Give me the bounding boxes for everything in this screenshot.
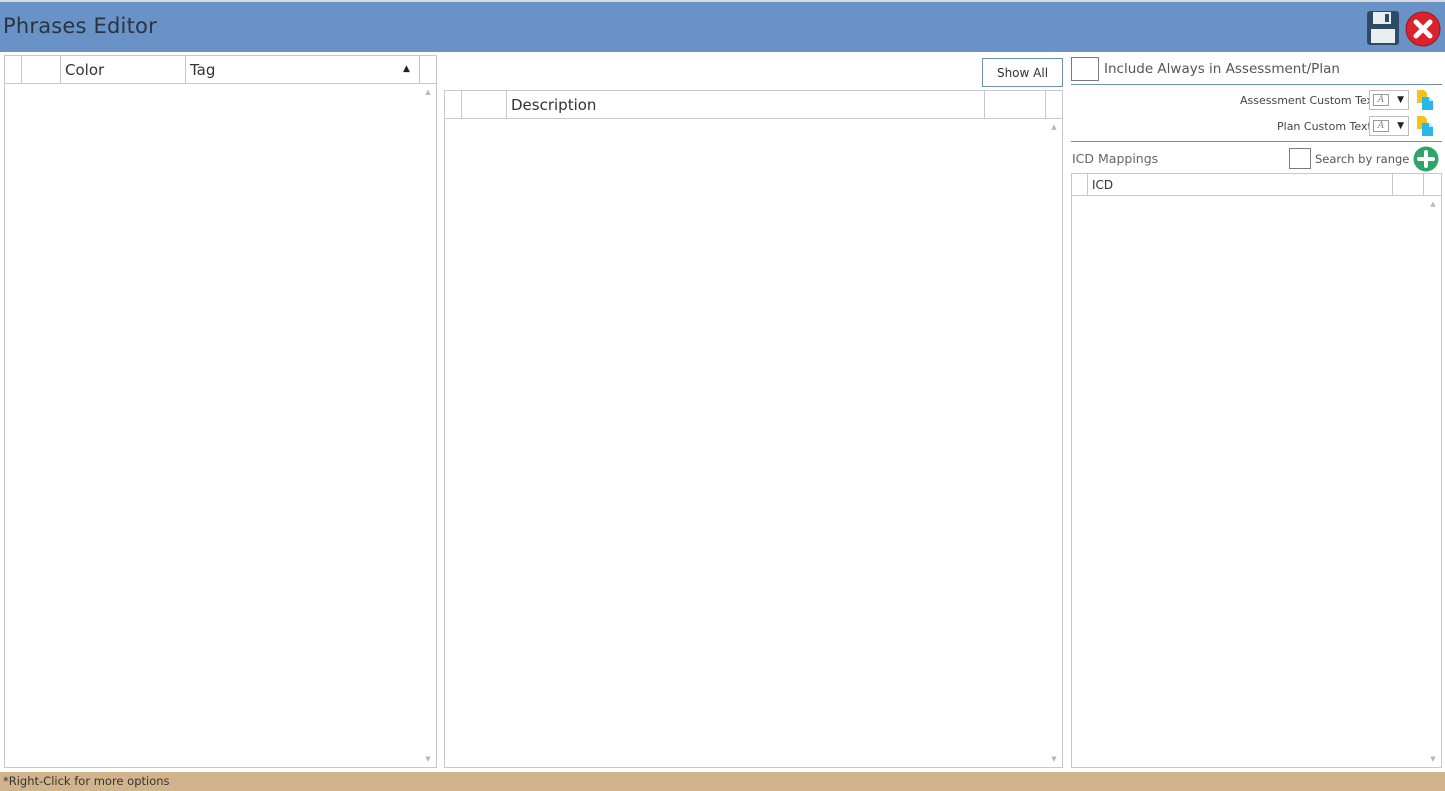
phrases-col-select[interactable] (462, 91, 507, 118)
include-always-checkbox[interactable] (1071, 57, 1099, 81)
phrases-col-extra[interactable] (985, 91, 1046, 118)
phrases-col-indicator[interactable] (445, 91, 462, 118)
phrases-scroll-down[interactable] (1048, 754, 1060, 764)
icd-col-extra[interactable] (1393, 174, 1424, 195)
floppy-disk-icon (1367, 11, 1399, 45)
plan-custom-text-label: Plan Custom Text: (1277, 120, 1376, 133)
tags-col-color[interactable]: Color (61, 56, 186, 83)
phrases-col-filler (1046, 91, 1063, 118)
icd-scroll-down[interactable] (1427, 754, 1439, 764)
phrases-grid: Description (444, 90, 1063, 768)
icd-grid: ICD (1071, 173, 1442, 768)
icd-col-indicator[interactable] (1072, 174, 1088, 195)
tags-col-tag-label: Tag (190, 60, 216, 79)
tags-col-indicator[interactable] (5, 56, 22, 83)
plan-custom-text-button[interactable] (1416, 115, 1434, 137)
tags-col-tag[interactable]: Tag ▲ (186, 56, 420, 83)
status-bar: *Right-Click for more options (0, 772, 1445, 791)
icd-col-icd[interactable]: ICD (1088, 174, 1393, 195)
icd-mappings-label: ICD Mappings (1072, 151, 1159, 166)
add-icd-mapping-button[interactable] (1413, 146, 1439, 172)
assessment-custom-text-button[interactable] (1416, 89, 1434, 111)
status-hint: *Right-Click for more options (3, 774, 170, 788)
include-always-label: Include Always in Assessment/Plan (1104, 61, 1340, 77)
document-icon (1417, 116, 1433, 136)
green-plus-icon (1413, 146, 1439, 172)
chevron-down-icon: ▼ (1397, 121, 1404, 131)
search-by-range-label: Search by range (1315, 152, 1410, 166)
assessment-custom-text-dropdown[interactable]: A ▼ (1369, 90, 1409, 110)
icd-scroll-up[interactable] (1427, 199, 1439, 209)
plan-custom-text-dropdown[interactable]: A ▼ (1369, 116, 1409, 136)
tags-grid-header: Color Tag ▲ (5, 56, 436, 84)
red-close-icon (1405, 11, 1441, 47)
close-button[interactable] (1405, 11, 1441, 47)
phrases-grid-header: Description (445, 91, 1062, 119)
document-icon (1417, 90, 1433, 110)
text-format-icon: A (1373, 94, 1389, 106)
phrases-scroll-up[interactable] (1048, 122, 1060, 132)
window-title: Phrases Editor (3, 14, 157, 38)
show-all-button[interactable]: Show All (982, 58, 1063, 87)
options-divider-bottom (1071, 141, 1442, 142)
icd-grid-header: ICD (1072, 174, 1441, 196)
tags-grid: Color Tag ▲ (4, 55, 437, 768)
tags-col-filler (420, 56, 437, 83)
icd-col-filler (1424, 174, 1441, 195)
options-divider-top (1071, 84, 1442, 85)
tags-scroll-down[interactable] (422, 754, 434, 764)
search-by-range-checkbox[interactable] (1289, 148, 1311, 169)
title-bar: Phrases Editor (0, 0, 1445, 52)
phrases-col-description[interactable]: Description (507, 91, 985, 118)
assessment-custom-text-label: Assessment Custom Text: (1240, 94, 1382, 107)
tags-col-select[interactable] (22, 56, 61, 83)
tags-scroll-up[interactable] (422, 87, 434, 97)
save-button[interactable] (1366, 10, 1400, 46)
chevron-down-icon: ▼ (1397, 95, 1404, 105)
sort-ascending-icon: ▲ (403, 64, 410, 74)
text-format-icon: A (1373, 120, 1389, 132)
